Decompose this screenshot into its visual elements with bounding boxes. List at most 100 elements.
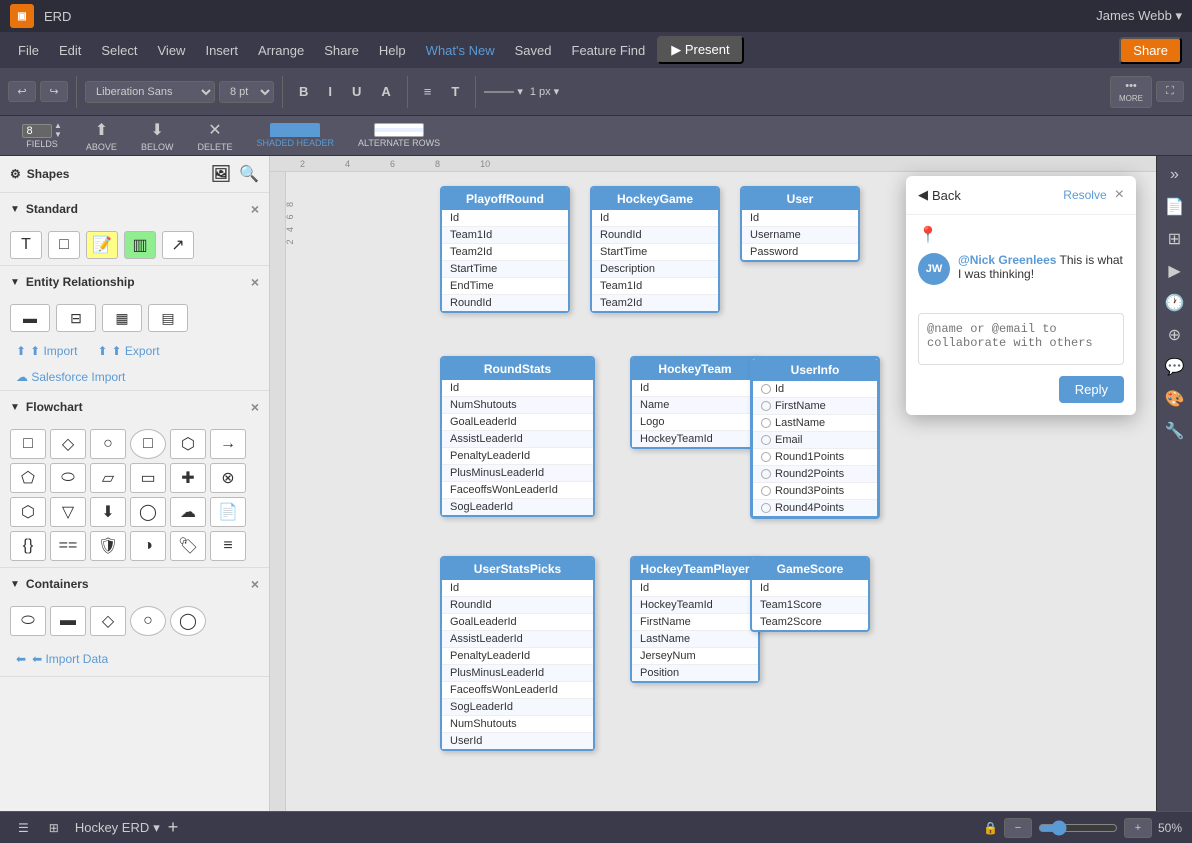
- game-score-table[interactable]: GameScore Id Team1Score Team2Score: [750, 556, 870, 632]
- comment-input[interactable]: [918, 313, 1124, 365]
- zoom-minus-button[interactable]: −: [1004, 818, 1032, 838]
- fc-oval[interactable]: ○: [90, 429, 126, 459]
- fc-shield[interactable]: 🛡: [90, 531, 126, 561]
- menu-help[interactable]: Help: [371, 39, 414, 62]
- add-page-button[interactable]: +: [168, 817, 179, 838]
- shapes-image-icon[interactable]: 🖼: [211, 164, 231, 184]
- containers-close[interactable]: ×: [251, 576, 259, 592]
- grid-view-tab[interactable]: ⊞: [41, 819, 67, 837]
- redo-button[interactable]: ↪: [40, 81, 68, 102]
- round-stats-table[interactable]: RoundStats Id NumShutouts GoalLeaderId A…: [440, 356, 595, 517]
- shapes-search-icon[interactable]: 🔍: [239, 164, 259, 184]
- fields-input[interactable]: [22, 124, 52, 138]
- cont-cylinder[interactable]: ⬭: [10, 606, 46, 636]
- shapes-header[interactable]: ⚙ Shapes 🖼 🔍: [0, 156, 269, 192]
- fc-bracket[interactable]: {}: [10, 531, 46, 561]
- fc-diamond[interactable]: ◇: [50, 429, 86, 459]
- font-select[interactable]: Liberation Sans: [85, 81, 215, 103]
- cont-rect[interactable]: ▬: [50, 606, 86, 636]
- more-button[interactable]: ••• MORE: [1110, 76, 1152, 108]
- fullscreen-button[interactable]: ⛶: [1156, 81, 1184, 102]
- cont-diamond[interactable]: ◇: [90, 606, 126, 636]
- font-size-select[interactable]: 8 pt: [219, 81, 274, 103]
- canvas[interactable]: 2 4 6 8 10 2 4 6 8 PlayoffRound Id Team1…: [270, 156, 1156, 811]
- menu-view[interactable]: View: [150, 39, 194, 62]
- underline-button[interactable]: U: [344, 80, 369, 103]
- fc-note[interactable]: 📄: [210, 497, 246, 527]
- fc-half[interactable]: ◑: [130, 531, 166, 561]
- cont-oval[interactable]: ○: [130, 606, 166, 636]
- menu-file[interactable]: File: [10, 39, 47, 62]
- text-shape[interactable]: T: [10, 231, 42, 259]
- er-shape-4[interactable]: ▤: [148, 304, 188, 332]
- arrow-shape[interactable]: ↗: [162, 231, 194, 259]
- rt-page[interactable]: 📄: [1160, 192, 1190, 222]
- fc-rect[interactable]: □: [10, 429, 46, 459]
- feature-find-button[interactable]: Feature Find: [564, 39, 654, 62]
- user-stats-picks-table[interactable]: UserStatsPicks Id RoundId GoalLeaderId A…: [440, 556, 595, 751]
- flowchart-header[interactable]: ▼ Flowchart ×: [0, 391, 269, 423]
- text-button[interactable]: T: [443, 80, 467, 103]
- menu-whats-new[interactable]: What's New: [418, 39, 503, 62]
- import-data-link[interactable]: ⬅ ⬅ Import Data: [0, 642, 269, 676]
- rt-collapse[interactable]: »: [1160, 160, 1190, 190]
- italic-button[interactable]: I: [320, 80, 340, 103]
- user-table[interactable]: User Id Username Password: [740, 186, 860, 262]
- fc-manual[interactable]: ▱: [90, 463, 126, 493]
- rect-shape[interactable]: □: [48, 231, 80, 259]
- rt-format[interactable]: 🎨: [1160, 384, 1190, 414]
- rt-video[interactable]: ▶: [1160, 256, 1190, 286]
- fc-pentagon[interactable]: ⬠: [10, 463, 46, 493]
- cont-ellipse[interactable]: ◯: [170, 606, 206, 636]
- fc-arrow[interactable]: →: [210, 429, 246, 459]
- export-link[interactable]: ⬆ ⬆ Export: [97, 344, 159, 358]
- rt-layers[interactable]: ⊕: [1160, 320, 1190, 350]
- comment-back-button[interactable]: ◀ Back: [918, 187, 961, 203]
- comment-resolve-button[interactable]: Resolve: [1063, 188, 1106, 202]
- fc-parallelogram[interactable]: ⬡: [170, 429, 206, 459]
- menu-share[interactable]: Share: [316, 39, 367, 62]
- er-shape-3[interactable]: ▦: [102, 304, 142, 332]
- containers-header[interactable]: ▼ Containers ×: [0, 568, 269, 600]
- fc-circle[interactable]: ◯: [130, 497, 166, 527]
- fc-circle-x[interactable]: ⊗: [210, 463, 246, 493]
- bold-button[interactable]: B: [291, 80, 316, 103]
- rt-grid[interactable]: ⊞: [1160, 224, 1190, 254]
- note-shape[interactable]: 📝: [86, 231, 118, 259]
- fc-down-arrow[interactable]: ⬇: [90, 497, 126, 527]
- fc-list[interactable]: ≡: [210, 531, 246, 561]
- fc-tag[interactable]: 🏷: [170, 531, 206, 561]
- salesforce-link[interactable]: ☁ Salesforce Import: [16, 370, 125, 384]
- fc-triangle[interactable]: ▽: [50, 497, 86, 527]
- color-shape[interactable]: ▥: [124, 231, 156, 259]
- menu-edit[interactable]: Edit: [51, 39, 89, 62]
- fc-card[interactable]: ▭: [130, 463, 166, 493]
- rt-chat[interactable]: 💬: [1160, 352, 1190, 382]
- shaded-header-tool[interactable]: SHADED HEADER: [250, 121, 340, 150]
- import-link[interactable]: ⬆ ⬆ Import: [16, 344, 77, 358]
- below-tool[interactable]: ⬇ BELOW: [135, 118, 180, 154]
- fields-tool[interactable]: ▲ ▼ FIELDS: [16, 120, 68, 151]
- share-button[interactable]: Share: [1119, 37, 1182, 64]
- playoff-round-table[interactable]: PlayoffRound Id Team1Id Team2Id StartTim…: [440, 186, 570, 313]
- flowchart-close[interactable]: ×: [251, 399, 259, 415]
- comment-close-button[interactable]: ×: [1115, 186, 1124, 204]
- menu-select[interactable]: Select: [93, 39, 145, 62]
- zoom-plus-button[interactable]: +: [1124, 818, 1152, 838]
- fc-cloud[interactable]: ☁: [170, 497, 206, 527]
- present-button[interactable]: ▶ Present: [657, 36, 743, 64]
- align-button[interactable]: ≡: [416, 80, 440, 103]
- fc-hexagon[interactable]: ⬡: [10, 497, 46, 527]
- canvas-area[interactable]: 2 4 6 8 10 2 4 6 8 PlayoffRound Id Team1…: [270, 156, 1156, 811]
- hockey-game-table[interactable]: HockeyGame Id RoundId StartTime Descript…: [590, 186, 720, 313]
- menu-insert[interactable]: Insert: [197, 39, 246, 62]
- standard-close[interactable]: ×: [251, 201, 259, 217]
- rt-tools[interactable]: 🔧: [1160, 416, 1190, 446]
- er-shape-2[interactable]: ⊟: [56, 304, 96, 332]
- fc-equal[interactable]: ==: [50, 531, 86, 561]
- reply-button[interactable]: Reply: [1059, 376, 1124, 403]
- menu-arrange[interactable]: Arrange: [250, 39, 312, 62]
- fc-cross[interactable]: ✚: [170, 463, 206, 493]
- fc-rounded[interactable]: □: [130, 429, 166, 459]
- standard-header[interactable]: ▼ Standard ×: [0, 193, 269, 225]
